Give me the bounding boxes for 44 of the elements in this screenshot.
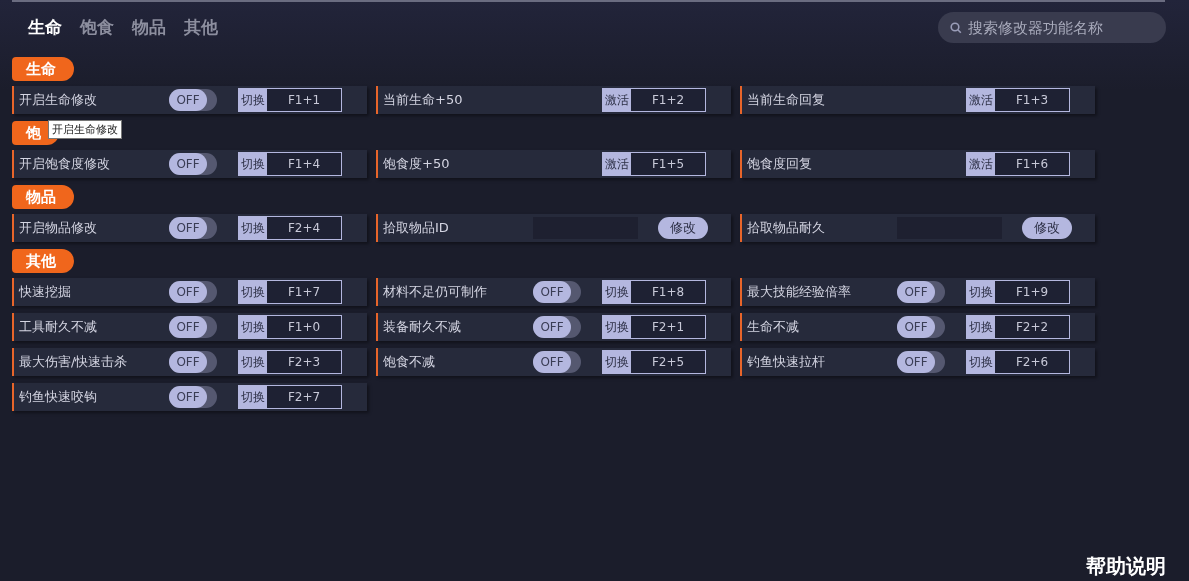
search-field[interactable]: 搜索修改器功能名称 <box>938 12 1166 43</box>
toggle-switch[interactable]: OFF <box>169 386 217 408</box>
modify-button[interactable]: 修改 <box>1022 217 1072 239</box>
section-title: 物品 <box>12 185 74 209</box>
section-title: 生命 <box>12 57 74 81</box>
option-label: 饱食不减 <box>383 353 436 371</box>
option-label: 快速挖掘 <box>19 283 72 301</box>
toggle-switch[interactable]: OFF <box>169 316 217 338</box>
option-label: 钓鱼快速拉杆 <box>747 353 826 371</box>
toggle-switch[interactable]: OFF <box>897 281 945 303</box>
section-title: 其他 <box>12 249 74 273</box>
toggle-switch[interactable]: OFF <box>897 351 945 373</box>
toggle-switch[interactable]: OFF <box>169 281 217 303</box>
toggle-switch[interactable]: OFF <box>169 89 217 111</box>
toggle-switch[interactable]: OFF <box>533 316 581 338</box>
option-label: 当前生命+50 <box>383 91 464 109</box>
tab[interactable]: 饱食 <box>74 16 120 39</box>
option-label: 开启饱食度修改 <box>19 155 111 173</box>
option-label: 拾取物品耐久 <box>747 219 826 237</box>
toggle-switch[interactable]: OFF <box>169 351 217 373</box>
toggle-switch[interactable]: OFF <box>533 351 581 373</box>
option-label: 最大伤害/快速击杀 <box>19 353 129 371</box>
option-label: 装备耐久不减 <box>383 318 462 336</box>
option-label: 工具耐久不减 <box>19 318 98 336</box>
toggle-switch[interactable]: OFF <box>169 153 217 175</box>
tab[interactable]: 其他 <box>178 16 224 39</box>
option-label: 最大技能经验倍率 <box>747 283 852 301</box>
toggle-switch[interactable]: OFF <box>897 316 945 338</box>
option-label: 开启物品修改 <box>19 219 98 237</box>
option-label: 材料不足仍可制作 <box>383 283 488 301</box>
tooltip: 开启生命修改 <box>48 120 122 139</box>
toggle-switch[interactable]: OFF <box>533 281 581 303</box>
option-label: 生命不减 <box>747 318 800 336</box>
modify-button[interactable]: 修改 <box>658 217 708 239</box>
option-label: 拾取物品ID <box>383 219 450 237</box>
help-link[interactable]: 帮助说明 <box>1086 553 1166 580</box>
option-label: 饱食度+50 <box>383 155 451 173</box>
option-label: 饱食度回复 <box>747 155 813 173</box>
tab[interactable]: 物品 <box>126 16 172 39</box>
option-label: 钓鱼快速咬钩 <box>19 388 98 406</box>
option-label: 当前生命回复 <box>747 91 826 109</box>
option-label: 开启生命修改 <box>19 91 98 109</box>
toggle-switch[interactable]: OFF <box>169 217 217 239</box>
tab[interactable]: 生命 <box>22 16 68 39</box>
